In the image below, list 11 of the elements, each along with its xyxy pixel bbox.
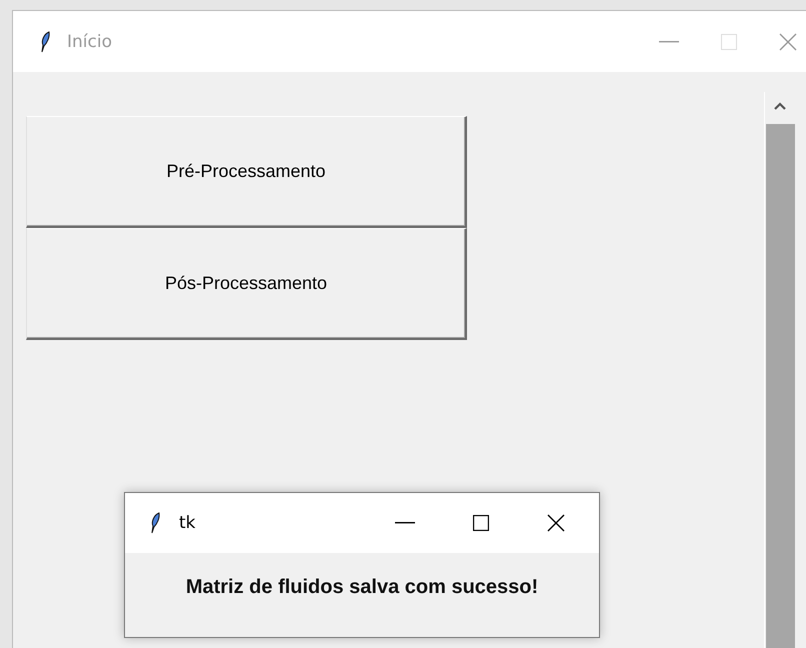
- feather-icon: [39, 30, 51, 52]
- window-title: Início: [67, 32, 112, 52]
- window-title: tk: [179, 513, 196, 533]
- message-text: Matriz de fluidos salva com sucesso!: [186, 576, 538, 598]
- minimize-icon[interactable]: [395, 522, 415, 524]
- tk-button[interactable]: Pós-Processamento: [26, 228, 467, 340]
- maximize-icon[interactable]: [473, 515, 489, 531]
- scroll-up-icon[interactable]: [774, 102, 786, 110]
- tk-button[interactable]: Pré-Processamento: [26, 116, 467, 228]
- feather-icon: [149, 512, 161, 534]
- close-icon[interactable]: [547, 514, 565, 532]
